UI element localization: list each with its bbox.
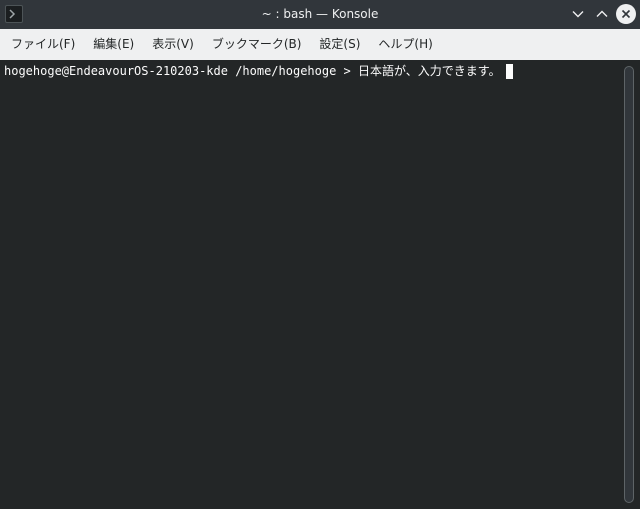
konsole-window: ~ : bash — Konsole ファイル(F) 編集(E) 表示(V) ブ…	[0, 0, 640, 509]
text-cursor	[505, 63, 513, 79]
menu-help[interactable]: ヘルプ(H)	[369, 29, 441, 60]
maximize-button[interactable]	[592, 4, 612, 24]
menu-bar: ファイル(F) 編集(E) 表示(V) ブックマーク(B) 設定(S) ヘルプ(…	[0, 29, 640, 60]
menu-settings[interactable]: 設定(S)	[310, 29, 369, 60]
chevron-up-icon	[596, 10, 608, 17]
terminal-view[interactable]: hogehoge@EndeavourOS-210203-kde /home/ho…	[0, 60, 640, 509]
terminal-line: hogehoge@EndeavourOS-210203-kde /home/ho…	[4, 63, 513, 79]
chevron-down-icon	[572, 11, 584, 18]
command-input-text: 日本語が、入力できます。	[358, 64, 501, 78]
window-title: ~ : bash — Konsole	[261, 7, 379, 21]
menu-file[interactable]: ファイル(F)	[2, 29, 84, 60]
menu-view[interactable]: 表示(V)	[143, 29, 203, 60]
title-bar[interactable]: ~ : bash — Konsole	[0, 0, 640, 29]
shell-prompt: hogehoge@EndeavourOS-210203-kde /home/ho…	[4, 64, 359, 78]
menu-bookmarks[interactable]: ブックマーク(B)	[203, 29, 311, 60]
minimize-button[interactable]	[568, 4, 588, 24]
close-button[interactable]	[616, 4, 636, 24]
menu-edit[interactable]: 編集(E)	[84, 29, 143, 60]
close-icon	[621, 9, 631, 19]
vertical-scrollbar[interactable]	[624, 66, 634, 503]
